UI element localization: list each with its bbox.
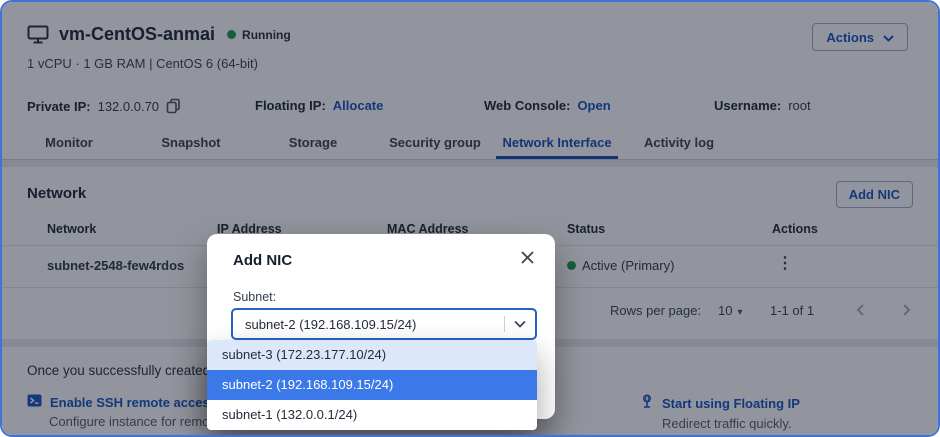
subnet-dropdown-list: subnet-3 (172.23.177.10/24) subnet-2 (19…: [207, 340, 537, 430]
select-chevron-down-icon: [505, 320, 535, 328]
close-icon[interactable]: [520, 250, 535, 265]
vm-detail-page: vm-CentOS-anmai Running 1 vCPU · 1 GB RA…: [0, 0, 940, 437]
modal-title: Add NIC: [233, 252, 292, 269]
subnet-select-value: subnet-2 (192.168.109.15/24): [233, 317, 504, 332]
subnet-field-label: Subnet:: [233, 290, 276, 304]
subnet-option-2[interactable]: subnet-2 (192.168.109.15/24): [207, 370, 537, 400]
subnet-select[interactable]: subnet-2 (192.168.109.15/24): [231, 308, 537, 340]
subnet-option-1[interactable]: subnet-1 (132.0.0.1/24): [207, 400, 537, 430]
subnet-option-3[interactable]: subnet-3 (172.23.177.10/24): [207, 340, 537, 370]
